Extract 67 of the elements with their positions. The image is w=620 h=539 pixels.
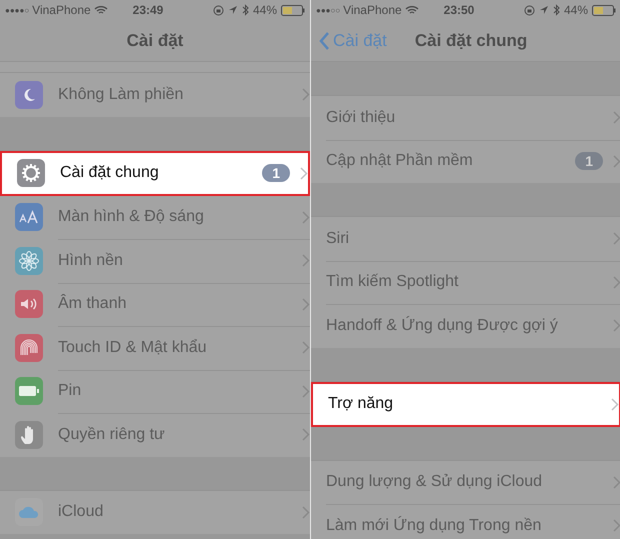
row-label: Không Làm phiền <box>58 86 184 104</box>
battery-icon <box>281 4 305 16</box>
wifi-icon <box>94 5 108 15</box>
battery-percent: 44% <box>252 3 277 17</box>
settings-row[interactable]: Cài đặt chung 1 <box>0 150 310 196</box>
settings-row[interactable]: Trợ năng <box>311 382 620 426</box>
settings-row[interactable]: Cập nhật Phần mềm 1 <box>311 140 620 183</box>
battery-percent: 44% <box>564 3 588 17</box>
row-label: Siri <box>326 230 350 248</box>
settings-row[interactable]: Pin <box>0 370 310 413</box>
settings-row[interactable]: Touch ID & Mật khẩu <box>0 326 310 370</box>
row-label: Tìm kiếm Spotlight <box>326 273 460 292</box>
status-time: 23:50 <box>444 3 474 17</box>
row-label: Cài đặt chung <box>60 164 160 182</box>
rotation-lock-icon <box>524 4 535 16</box>
signal-dots: ●●●○○ <box>316 6 340 14</box>
count-badge: 1 <box>262 164 290 182</box>
rotation-lock-icon <box>212 4 224 16</box>
row-label: Hình nền <box>58 252 124 270</box>
settings-row[interactable]: Dung lượng & Sử dụng iCloud <box>311 460 620 504</box>
flower-icon <box>19 250 39 271</box>
row-label: iCloud <box>58 503 104 522</box>
nav-title: Cài đặt <box>126 30 184 50</box>
wifi-icon <box>404 5 419 15</box>
row-label: Dung lượng & Sử dụng iCloud <box>326 473 544 492</box>
settings-row[interactable]: Quyền riêng tư <box>0 413 310 456</box>
settings-row[interactable]: Hình nền <box>0 239 310 282</box>
speaker-icon <box>19 296 39 312</box>
settings-row[interactable]: Âm thanh <box>0 282 310 326</box>
row-label: Touch ID & Mật khẩu <box>58 338 208 357</box>
settings-row[interactable]: Giới thiệu <box>311 96 620 140</box>
location-icon <box>538 5 549 15</box>
bluetooth-icon <box>552 4 560 16</box>
settings-row[interactable]: Màn hình & Độ sáng <box>0 196 310 239</box>
row-label: Trợ năng <box>328 395 394 413</box>
bluetooth-icon <box>242 4 249 16</box>
text-size-icon <box>19 210 39 224</box>
carrier-name: VinaPhone <box>32 3 91 17</box>
row-label: Làm mới Ứng dụng Trong nền <box>326 516 542 535</box>
status-time: 23:49 <box>132 3 164 17</box>
back-button[interactable]: Cài đặt <box>319 30 387 50</box>
gear-icon <box>21 163 41 183</box>
row-label: Handoff & Ứng dụng Được gợi ý <box>326 316 559 335</box>
count-badge: 1 <box>575 152 603 170</box>
row-label: Âm thanh <box>58 295 128 314</box>
battery-icon <box>18 385 40 398</box>
location-icon <box>228 5 238 15</box>
signal-dots: ●●●●○ <box>5 6 30 14</box>
settings-row[interactable]: Siri <box>311 217 620 260</box>
chevron-icon <box>302 88 310 102</box>
nav-title: Cài đặt chung <box>414 30 528 50</box>
settings-row[interactable]: Không Làm phiền <box>0 73 310 116</box>
carrier-name: VinaPhone <box>343 3 402 17</box>
fingerprint-icon <box>19 338 39 358</box>
chevron-icon <box>611 398 619 410</box>
battery-icon <box>592 4 616 16</box>
row-label: Giới thiệu <box>326 108 396 127</box>
settings-row[interactable]: Handoff & Ứng dụng Được gợi ý <box>311 304 620 348</box>
row-label: Màn hình & Độ sáng <box>58 208 205 226</box>
settings-row[interactable]: Làm mới Ứng dụng Trong nền <box>311 504 620 539</box>
row-label: Pin <box>58 382 82 400</box>
row-label: Cập nhật Phần mềm <box>326 152 474 170</box>
chevron-icon <box>300 166 308 180</box>
back-chevron-icon <box>319 32 330 50</box>
settings-row[interactable]: Tìm kiếm Spotlight <box>311 260 620 304</box>
row-label: Quyền riêng tư <box>58 426 166 444</box>
settings-row[interactable]: iCloud <box>0 490 310 534</box>
